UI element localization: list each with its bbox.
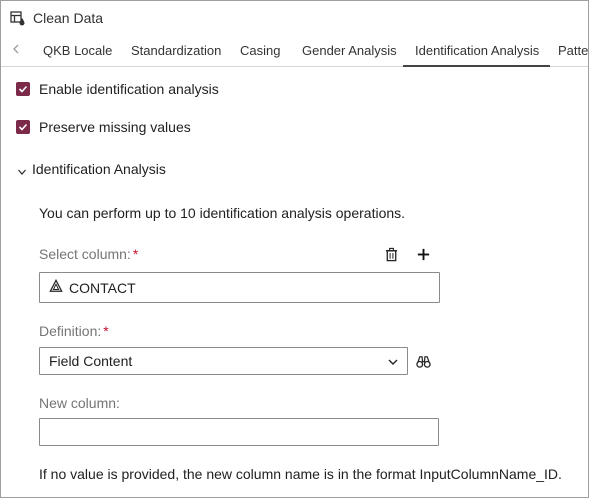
character-column-icon xyxy=(49,278,63,296)
section-info-text: You can perform up to 10 identification … xyxy=(39,205,406,221)
window-title: Clean Data xyxy=(33,10,104,26)
tab-casing[interactable]: Casing xyxy=(228,35,292,67)
delete-icon[interactable] xyxy=(382,245,400,263)
tab-bar: QKB Locale Standardization Casing Gender… xyxy=(1,35,588,67)
title-bar: Clean Data xyxy=(1,1,588,35)
new-column-help-text: If no value is provided, the new column … xyxy=(39,466,562,482)
enable-analysis-label[interactable]: Enable identification analysis xyxy=(39,81,219,97)
definition-select[interactable]: Field Content xyxy=(39,347,408,375)
clean-data-panel: Clean Data QKB Locale Standardization Ca… xyxy=(0,0,589,498)
identification-analysis-section-toggle[interactable]: Identification Analysis xyxy=(17,161,166,177)
chevron-down-icon xyxy=(17,164,27,175)
table-clean-icon xyxy=(10,10,26,26)
scroll-left-icon[interactable] xyxy=(11,43,25,59)
chevron-down-icon xyxy=(387,355,399,367)
enable-analysis-option: Enable identification analysis xyxy=(16,81,219,97)
preserve-missing-option: Preserve missing values xyxy=(16,119,191,135)
section-title: Identification Analysis xyxy=(32,161,166,177)
new-column-input[interactable] xyxy=(39,418,439,446)
definition-value: Field Content xyxy=(49,353,133,369)
tab-qkb-locale[interactable]: QKB Locale xyxy=(31,35,124,67)
add-icon[interactable] xyxy=(414,245,432,263)
select-column-label: Select column: * xyxy=(39,246,139,262)
checkmark-icon xyxy=(18,85,28,93)
checkmark-icon xyxy=(18,123,28,131)
tab-patterns[interactable]: Patter xyxy=(546,35,588,67)
new-column-label: New column: xyxy=(39,395,120,411)
required-marker: * xyxy=(103,323,109,339)
select-column-field[interactable]: CONTACT xyxy=(39,272,440,303)
select-column-value: CONTACT xyxy=(69,279,136,296)
tab-identification-analysis[interactable]: Identification Analysis xyxy=(403,35,551,67)
definition-label: Definition: * xyxy=(39,323,109,339)
preserve-missing-checkbox[interactable] xyxy=(16,120,30,134)
tab-gender-analysis[interactable]: Gender Analysis xyxy=(290,35,409,67)
preserve-missing-label[interactable]: Preserve missing values xyxy=(39,119,191,135)
required-marker: * xyxy=(132,246,139,262)
enable-analysis-checkbox[interactable] xyxy=(16,82,30,96)
binoculars-icon[interactable] xyxy=(414,352,432,370)
tab-standardization[interactable]: Standardization xyxy=(119,35,233,67)
